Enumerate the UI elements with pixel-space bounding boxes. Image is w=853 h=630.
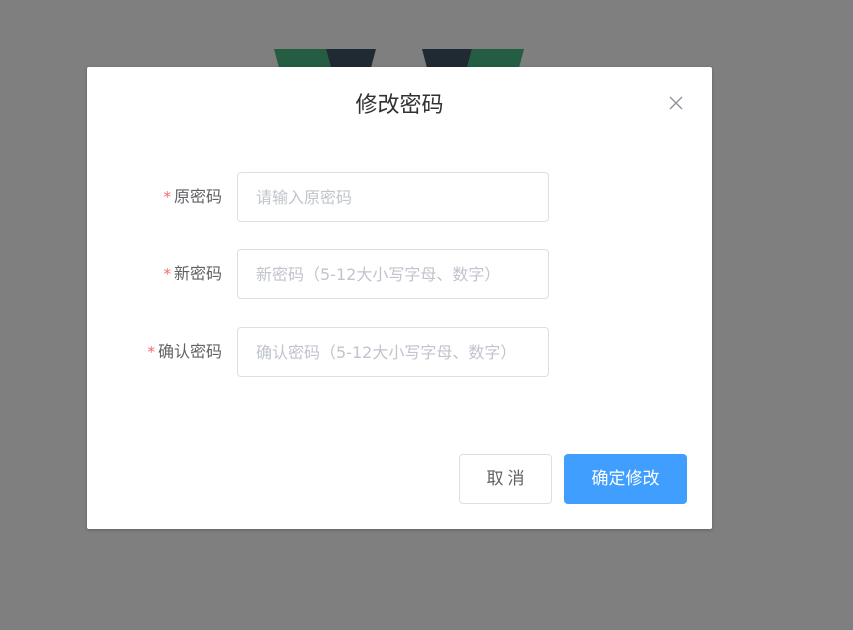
confirm-change-button[interactable]: 确定修改 xyxy=(564,454,687,504)
new-password-label-text: 新密码 xyxy=(173,264,222,283)
required-mark: * xyxy=(147,343,155,361)
confirm-password-label: * 确认密码 xyxy=(147,327,222,377)
confirm-password-input[interactable] xyxy=(237,327,549,377)
form-row-new-password: * 新密码 xyxy=(87,249,712,299)
cancel-button[interactable]: 取消 xyxy=(459,454,552,504)
old-password-label-text: 原密码 xyxy=(173,187,222,206)
new-password-input[interactable] xyxy=(237,249,549,299)
change-password-dialog: 修改密码 * 原密码 * 新密码 * 确认密码 取消 确定修改 xyxy=(87,67,712,529)
required-mark: * xyxy=(163,265,171,283)
close-icon xyxy=(669,96,683,110)
confirm-password-label-text: 确认密码 xyxy=(157,342,222,361)
old-password-label: * 原密码 xyxy=(163,172,222,222)
form-row-confirm-password: * 确认密码 xyxy=(87,327,712,377)
form-row-old-password: * 原密码 xyxy=(87,172,712,222)
close-button[interactable] xyxy=(667,94,685,112)
old-password-input[interactable] xyxy=(237,172,549,222)
new-password-label: * 新密码 xyxy=(163,249,222,299)
dialog-title: 修改密码 xyxy=(355,93,444,118)
required-mark: * xyxy=(163,188,171,206)
